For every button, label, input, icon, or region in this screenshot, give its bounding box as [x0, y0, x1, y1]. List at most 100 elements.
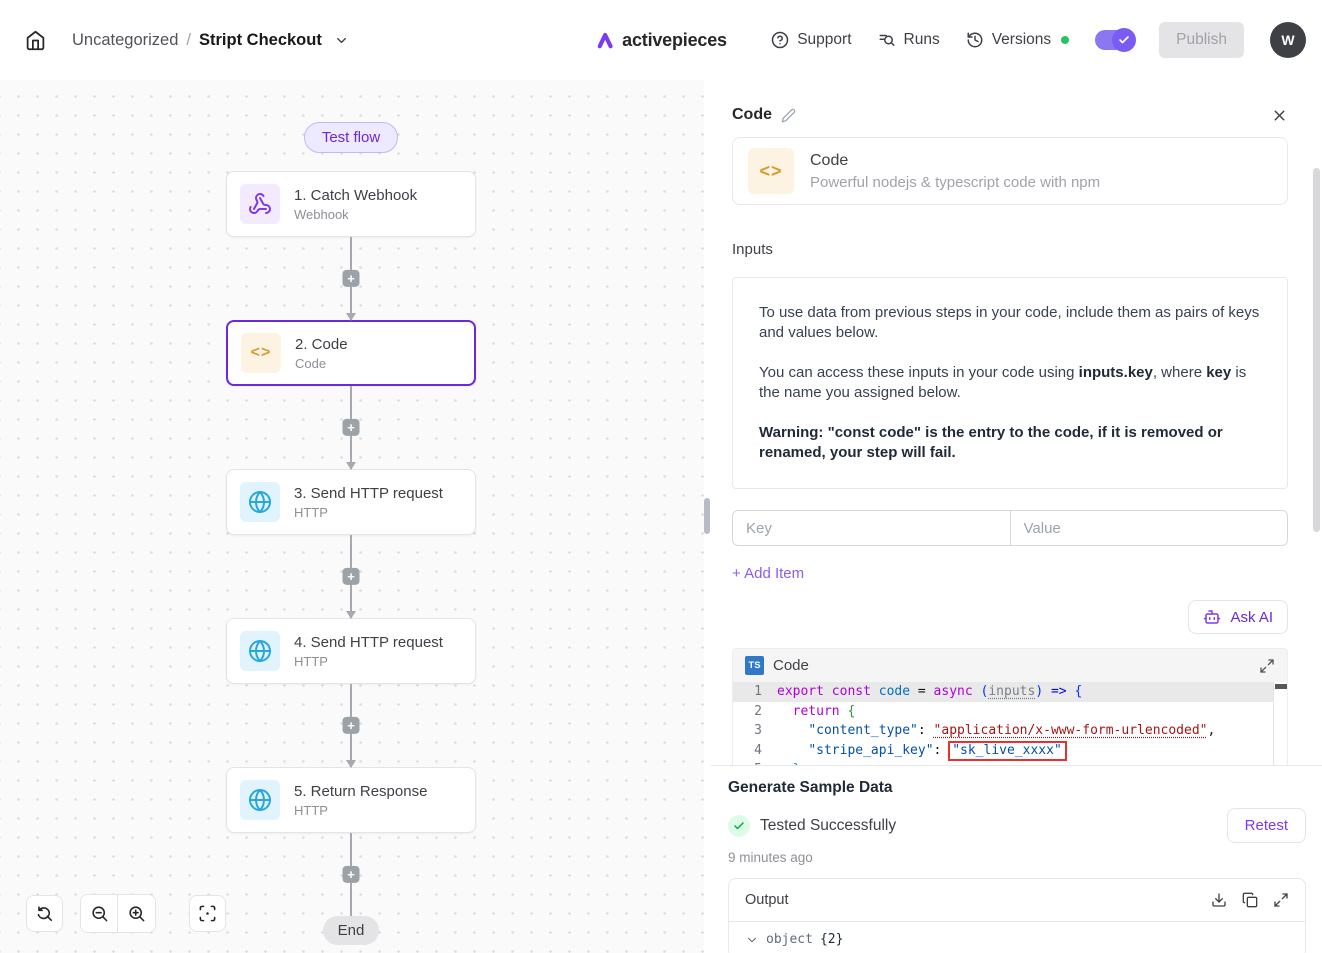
step-card-http-4[interactable]: 4. Send HTTP request HTTP — [226, 618, 476, 684]
add-step-button[interactable]: + — [343, 418, 360, 435]
add-step-button[interactable]: + — [343, 865, 360, 882]
code-icon: <> — [241, 333, 281, 373]
zoom-out-icon — [90, 904, 109, 923]
chevron-down-icon[interactable] — [334, 33, 349, 48]
retest-button[interactable]: Retest — [1227, 808, 1306, 843]
step-subtitle: Webhook — [294, 207, 417, 222]
runs-label: Runs — [904, 31, 940, 49]
test-flow-button[interactable]: Test flow — [304, 122, 398, 153]
help-icon — [771, 31, 789, 49]
connector: + — [350, 535, 352, 618]
output-box: Output object {2} — [728, 878, 1306, 953]
code-editor-scrollbar-thumb[interactable] — [1275, 684, 1287, 689]
avatar[interactable]: W — [1270, 22, 1306, 58]
panel-resize-handle[interactable] — [704, 498, 710, 534]
key-value-row — [732, 510, 1288, 546]
output-node-count: {2} — [820, 932, 843, 947]
canvas-toolbar — [26, 894, 226, 933]
fit-to-view-button[interactable] — [189, 895, 226, 932]
add-step-button[interactable]: + — [343, 567, 360, 584]
code-editor-body[interactable]: 1export const code = async (inputs) => {… — [733, 682, 1287, 765]
test-status-text: Tested Successfully — [760, 817, 896, 835]
edit-name-icon[interactable] — [781, 108, 796, 123]
toggle-thumb — [1112, 28, 1136, 52]
zoom-in-button[interactable] — [118, 895, 155, 932]
add-step-button[interactable]: + — [343, 716, 360, 733]
step-title: 3. Send HTTP request — [294, 485, 443, 502]
step-title: 2. Code — [295, 336, 348, 353]
key-input[interactable] — [732, 510, 1011, 546]
support-label: Support — [797, 31, 851, 49]
output-tree-row[interactable]: object {2} — [729, 921, 1305, 953]
add-step-button[interactable]: + — [343, 269, 360, 286]
panel-divider — [704, 80, 711, 953]
piece-name: Code — [810, 152, 1100, 170]
expand-icon[interactable] — [1259, 658, 1275, 674]
connector: + — [350, 237, 352, 320]
version-status-dot — [1061, 36, 1069, 44]
versions-link[interactable]: Versions — [966, 31, 1051, 49]
download-icon[interactable] — [1211, 892, 1227, 908]
end-node: End — [323, 916, 380, 945]
chevron-down-icon[interactable] — [745, 933, 759, 947]
value-input[interactable] — [1010, 510, 1289, 546]
output-label: Output — [745, 892, 789, 908]
step-title: 5. Return Response — [294, 783, 427, 800]
code-line: 4 "stripe_api_key": "sk_live_xxxx" — [733, 741, 1273, 761]
step-card-http-3[interactable]: 3. Send HTTP request HTTP — [226, 469, 476, 535]
arrow-down — [346, 611, 356, 619]
step-subtitle: HTTP — [294, 505, 443, 520]
code-line: 2 return { — [733, 702, 1273, 722]
reset-zoom-button[interactable] — [26, 895, 63, 932]
webhook-icon — [240, 184, 280, 224]
step-card-return-response[interactable]: 5. Return Response HTTP — [226, 767, 476, 833]
panel-scrollbar-thumb[interactable] — [1313, 168, 1320, 532]
globe-icon — [240, 780, 280, 820]
step-settings-panel: Code <> Code Powerful nodejs & typescrip… — [711, 80, 1322, 953]
close-icon[interactable] — [1271, 107, 1288, 124]
globe-icon — [240, 482, 280, 522]
app-logo: activepieces — [595, 30, 727, 51]
code-editor-header: TS Code — [733, 649, 1287, 682]
connector: + — [350, 684, 352, 767]
connector: + — [350, 833, 352, 916]
zoom-out-button[interactable] — [81, 895, 118, 932]
logo-text: activepieces — [622, 30, 727, 51]
breadcrumb-flow-name[interactable]: Stript Checkout — [199, 31, 322, 50]
support-link[interactable]: Support — [771, 31, 851, 49]
connector: + — [350, 386, 352, 469]
piece-description: Powerful nodejs & typescript code with n… — [810, 174, 1100, 191]
api-key-annotation: "sk_live_xxxx" — [948, 741, 1067, 761]
test-timestamp: 9 minutes ago — [728, 850, 1306, 865]
expand-output-icon[interactable] — [1273, 892, 1289, 908]
copy-icon[interactable] — [1242, 892, 1258, 908]
step-card-catch-webhook[interactable]: 1. Catch Webhook Webhook — [226, 171, 476, 237]
typescript-icon: TS — [745, 656, 764, 675]
code-line: 1export const code = async (inputs) => { — [733, 682, 1273, 702]
inputs-info-box: To use data from previous steps in your … — [732, 277, 1288, 489]
code-piece-icon: <> — [748, 148, 794, 194]
panel-title: Code — [732, 106, 772, 124]
home-icon — [25, 30, 46, 51]
fit-to-view-icon — [198, 904, 217, 923]
code-editor[interactable]: TS Code 1export const code = async (inpu… — [732, 648, 1288, 765]
add-item-link[interactable]: + Add Item — [732, 565, 804, 582]
home-button[interactable] — [16, 21, 54, 59]
zoom-button-group — [80, 894, 156, 933]
code-editor-scrollbar[interactable] — [1273, 682, 1287, 765]
top-bar: Uncategorized / Stript Checkout activepi… — [0, 0, 1322, 80]
ask-ai-label: Ask AI — [1230, 609, 1273, 626]
arrow-down — [346, 760, 356, 768]
runs-link[interactable]: Runs — [878, 31, 940, 49]
flow-enabled-toggle[interactable] — [1095, 30, 1133, 50]
step-subtitle: HTTP — [294, 654, 443, 669]
generate-sample-data-title: Generate Sample Data — [728, 779, 1306, 797]
breadcrumb-folder[interactable]: Uncategorized — [72, 31, 178, 50]
publish-button[interactable]: Publish — [1159, 22, 1244, 58]
flow-canvas[interactable]: Test flow 1. Catch Webhook Webhook + <> … — [0, 80, 704, 953]
step-card-code[interactable]: <> 2. Code Code — [226, 320, 476, 386]
ask-ai-button[interactable]: Ask AI — [1188, 600, 1288, 634]
inputs-section-label: Inputs — [732, 241, 1288, 258]
step-title: 4. Send HTTP request — [294, 634, 443, 651]
globe-icon — [240, 631, 280, 671]
